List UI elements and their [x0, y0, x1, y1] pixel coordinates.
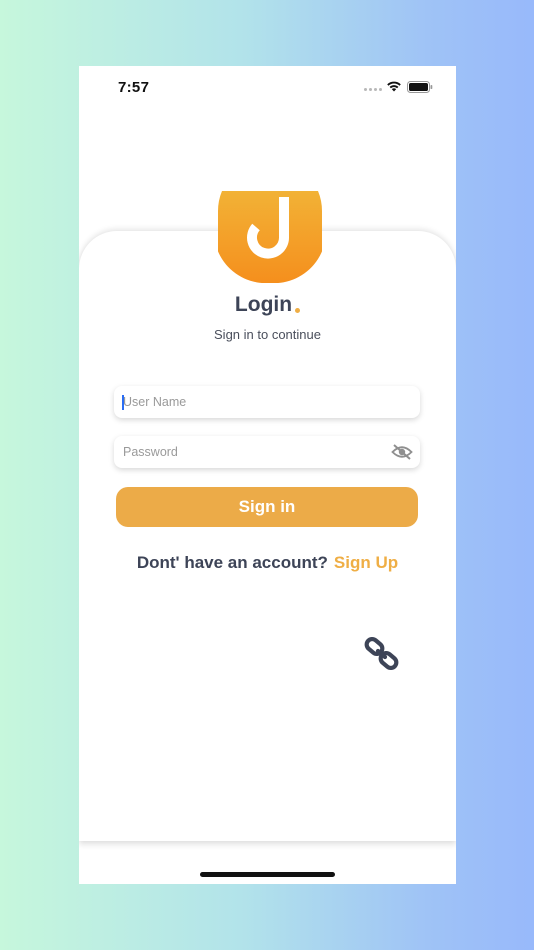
title-accent-dot — [295, 308, 301, 313]
signup-row: Dont' have an account? Sign Up — [79, 553, 456, 573]
battery-icon — [407, 81, 433, 93]
password-field[interactable] — [114, 436, 420, 468]
signal-dots-icon — [364, 88, 382, 91]
text-caret — [122, 395, 124, 410]
status-bar: 7:57 — [79, 66, 456, 110]
eye-off-icon[interactable] — [391, 444, 413, 460]
home-indicator — [200, 872, 335, 877]
username-field[interactable] — [114, 386, 420, 418]
signup-prompt: Dont' have an account? — [136, 553, 328, 572]
d-logo-icon — [218, 191, 322, 283]
login-card — [79, 231, 456, 841]
page-subtitle: Sign in to continue — [214, 327, 321, 342]
password-input[interactable] — [114, 436, 383, 468]
phone-screen: 7:57 Login Sign in to continue User Name… — [79, 66, 456, 884]
sign-up-link[interactable]: Sign Up — [334, 553, 398, 572]
page-title: Login — [234, 293, 293, 316]
wifi-icon — [387, 81, 401, 92]
status-time: 7:57 — [118, 79, 150, 96]
title-row: Login — [79, 293, 456, 317]
username-input[interactable] — [114, 386, 383, 418]
link-icon[interactable] — [363, 635, 401, 673]
sign-in-button[interactable]: Sign in — [116, 487, 418, 527]
